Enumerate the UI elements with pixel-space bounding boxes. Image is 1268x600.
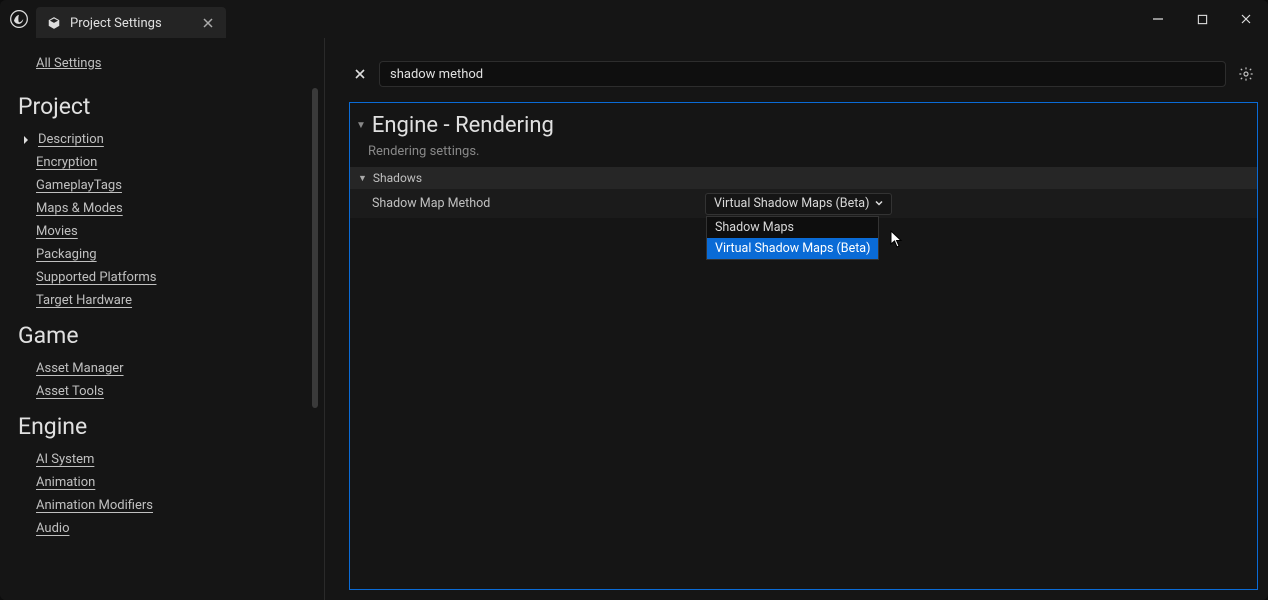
project-settings-window: Project Settings All Settings Project bbox=[0, 0, 1268, 600]
caret-right-icon bbox=[20, 136, 32, 144]
dropdown-menu: Shadow Maps Virtual Shadow Maps (Beta) bbox=[706, 216, 879, 260]
property-label: Shadow Map Method bbox=[350, 196, 705, 211]
sidebar-item-ai-system[interactable]: AI System bbox=[14, 448, 324, 471]
sidebar-section-project: Project bbox=[18, 93, 324, 120]
close-icon[interactable] bbox=[200, 15, 216, 31]
titlebar: Project Settings bbox=[0, 0, 1268, 38]
section-title: Engine - Rendering bbox=[372, 113, 554, 138]
section-header[interactable]: ▼ Engine - Rendering bbox=[350, 103, 1257, 140]
content-panel: ▼ Engine - Rendering Rendering settings.… bbox=[349, 102, 1258, 590]
sidebar-section-engine: Engine bbox=[18, 413, 324, 440]
chevron-down-icon bbox=[873, 197, 885, 213]
sidebar-item-animation-modifiers[interactable]: Animation Modifiers bbox=[14, 494, 324, 517]
sidebar-item-packaging[interactable]: Packaging bbox=[14, 243, 324, 266]
caret-down-icon: ▼ bbox=[356, 120, 366, 131]
window-controls bbox=[1136, 4, 1268, 34]
sidebar-scrollbar[interactable] bbox=[312, 88, 318, 428]
property-row-shadow-map-method: Shadow Map Method Virtual Shadow Maps (B… bbox=[350, 189, 1257, 219]
sidebar-item-animation[interactable]: Animation bbox=[14, 471, 324, 494]
gear-icon[interactable] bbox=[1234, 62, 1258, 86]
search-row bbox=[349, 54, 1258, 94]
sidebar-item-asset-manager[interactable]: Asset Manager bbox=[14, 357, 324, 380]
tab-project-settings[interactable]: Project Settings bbox=[36, 7, 226, 39]
sidebar-item-encryption[interactable]: Encryption bbox=[14, 151, 324, 174]
sidebar-fade bbox=[0, 580, 324, 600]
sidebar-item-gameplaytags[interactable]: GameplayTags bbox=[14, 174, 324, 197]
tab-title: Project Settings bbox=[70, 16, 192, 31]
section-description: Rendering settings. bbox=[350, 140, 1257, 167]
dropdown-option-shadow-maps[interactable]: Shadow Maps bbox=[707, 217, 878, 238]
dropdown-option-virtual-shadow-maps[interactable]: Virtual Shadow Maps (Beta) bbox=[707, 238, 878, 259]
sidebar-item-target-hardware[interactable]: Target Hardware bbox=[14, 289, 324, 312]
caret-down-icon: ▼ bbox=[358, 173, 367, 184]
main-panel: ▼ Engine - Rendering Rendering settings.… bbox=[325, 38, 1268, 600]
sidebar-item-asset-tools[interactable]: Asset Tools bbox=[14, 380, 324, 403]
clear-search-icon[interactable] bbox=[349, 63, 371, 85]
sidebar-item-maps-modes[interactable]: Maps & Modes bbox=[14, 197, 324, 220]
group-label: Shadows bbox=[373, 171, 422, 185]
settings-cube-icon bbox=[46, 15, 62, 31]
close-window-button[interactable] bbox=[1224, 4, 1268, 34]
property-value: Virtual Shadow Maps (Beta) Shadow Maps V… bbox=[705, 193, 1257, 215]
body: All Settings Project Description Encrypt… bbox=[0, 38, 1268, 600]
minimize-button[interactable] bbox=[1136, 4, 1180, 34]
sidebar-item-audio[interactable]: Audio bbox=[14, 517, 324, 540]
sidebar-item-description[interactable]: Description bbox=[14, 128, 324, 151]
all-settings-link[interactable]: All Settings bbox=[36, 56, 102, 71]
sidebar-section-game: Game bbox=[18, 322, 324, 349]
sidebar-item-movies[interactable]: Movies bbox=[14, 220, 324, 243]
dropdown-selected: Virtual Shadow Maps (Beta) bbox=[714, 196, 869, 211]
maximize-button[interactable] bbox=[1180, 4, 1224, 34]
group-header-shadows[interactable]: ▼ Shadows bbox=[350, 167, 1257, 189]
search-input[interactable] bbox=[379, 61, 1226, 87]
scrollbar-thumb[interactable] bbox=[312, 88, 318, 408]
sidebar: All Settings Project Description Encrypt… bbox=[0, 38, 325, 600]
unreal-logo-icon bbox=[8, 8, 30, 30]
sidebar-item-supported-platforms[interactable]: Supported Platforms bbox=[14, 266, 324, 289]
shadow-map-method-dropdown[interactable]: Virtual Shadow Maps (Beta) Shadow Maps V… bbox=[705, 193, 892, 215]
